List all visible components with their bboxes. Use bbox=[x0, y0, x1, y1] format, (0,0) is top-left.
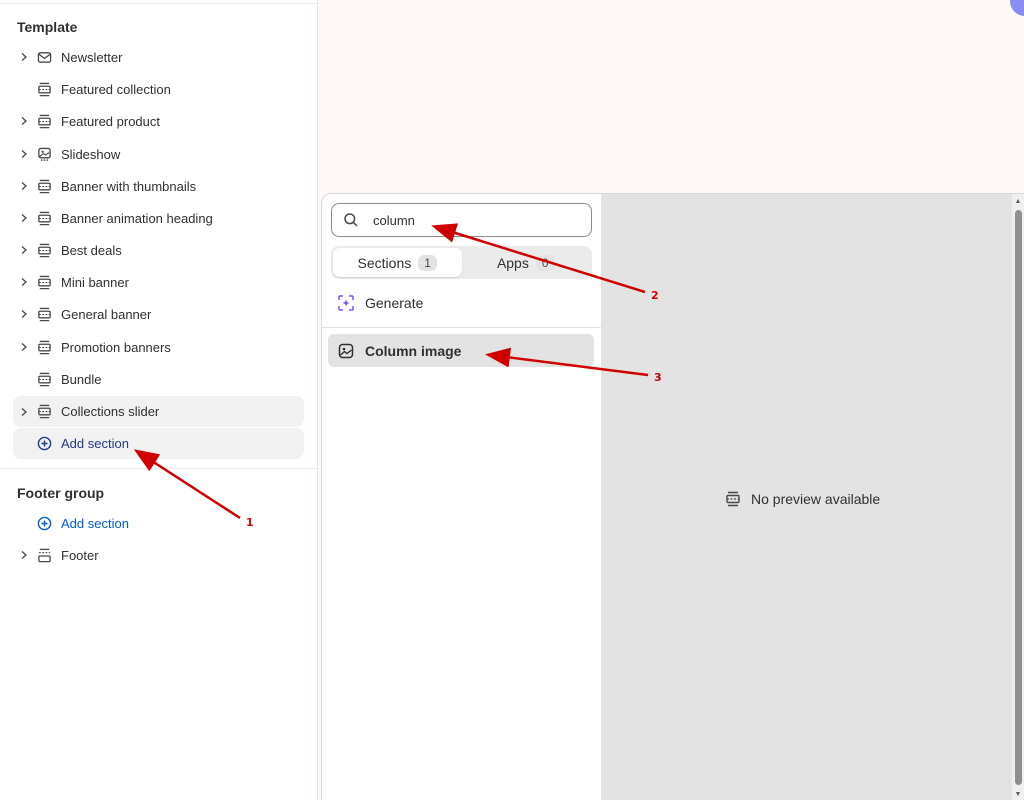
tab-sections[interactable]: Sections 1 bbox=[333, 248, 462, 277]
section-icon bbox=[36, 210, 52, 226]
sidebar-item-label: Slideshow bbox=[61, 146, 121, 162]
section-icon bbox=[36, 242, 52, 258]
sidebar-item-mini-banner[interactable]: Mini banner bbox=[13, 267, 304, 297]
result-label: Column image bbox=[365, 342, 462, 359]
sidebar-item-featured-product[interactable]: Featured product bbox=[13, 106, 304, 136]
sidebar-item-label: Featured product bbox=[61, 113, 161, 129]
section-icon bbox=[36, 306, 52, 322]
section-icon bbox=[36, 178, 52, 194]
section-icon bbox=[725, 491, 751, 507]
section-icon bbox=[36, 371, 52, 387]
generate-button[interactable]: Generate bbox=[337, 294, 423, 312]
sidebar-item-footer[interactable]: Footer bbox=[13, 540, 304, 570]
search-value: column bbox=[373, 212, 415, 228]
avatar[interactable] bbox=[1010, 0, 1024, 16]
annotation-number-1: 1 bbox=[246, 516, 254, 529]
footer-icon bbox=[36, 547, 52, 563]
scroll-up-arrow-icon[interactable]: ▲ bbox=[1014, 198, 1022, 206]
chevron-right-icon[interactable] bbox=[13, 342, 35, 352]
tab-count-badge: 0 bbox=[535, 254, 555, 271]
section-icon bbox=[36, 113, 52, 129]
sparkle-icon bbox=[337, 294, 365, 312]
footer-add-section-button[interactable]: Add section bbox=[13, 508, 304, 538]
chevron-right-icon[interactable] bbox=[13, 550, 35, 560]
sidebar-item-banner-animation-heading[interactable]: Banner animation heading bbox=[13, 203, 304, 233]
sidebar-item-featured-collection[interactable]: Featured collection bbox=[13, 74, 304, 104]
sidebar-item-general-banner[interactable]: General banner bbox=[13, 299, 304, 329]
chevron-right-icon[interactable] bbox=[13, 277, 35, 287]
sidebar-item-label: Banner with thumbnails bbox=[61, 178, 197, 194]
sidebar-item-slideshow[interactable]: Slideshow bbox=[13, 139, 304, 169]
envelope-icon bbox=[36, 49, 52, 65]
sidebar-item-label: Featured collection bbox=[61, 81, 171, 97]
picker-divider bbox=[322, 327, 601, 328]
section-icon bbox=[36, 81, 52, 97]
generate-label: Generate bbox=[365, 295, 424, 311]
chevron-right-icon[interactable] bbox=[13, 52, 35, 62]
picker-tabs: Sections 1 Apps 0 bbox=[331, 246, 592, 279]
no-preview-text: No preview available bbox=[751, 491, 881, 507]
plus-circle-icon bbox=[36, 515, 52, 531]
sidebar-item-promotion-banners[interactable]: Promotion banners bbox=[13, 332, 304, 362]
search-result-column-image[interactable]: Column image bbox=[328, 334, 594, 367]
plus-circle-icon bbox=[36, 436, 52, 452]
sidebar-item-label: Best deals bbox=[61, 242, 122, 258]
footer-group-title: Footer group bbox=[17, 485, 105, 501]
section-icon bbox=[36, 274, 52, 290]
search-icon bbox=[343, 212, 359, 228]
scrollbar[interactable]: ▲ ▼ bbox=[1012, 194, 1024, 800]
sidebar-divider bbox=[0, 468, 318, 469]
sidebar-item-banner-with-thumbnails[interactable]: Banner with thumbnails bbox=[13, 171, 304, 201]
sidebar-item-bundle[interactable]: Bundle bbox=[13, 364, 304, 394]
sidebar-item-label: Banner animation heading bbox=[61, 210, 213, 226]
sidebar-item-label: Bundle bbox=[61, 371, 102, 387]
chevron-right-icon[interactable] bbox=[13, 407, 35, 417]
tab-label: Apps bbox=[496, 254, 529, 271]
sidebar-item-label: Promotion banners bbox=[61, 339, 171, 355]
sidebar-item-label: Mini banner bbox=[61, 274, 129, 290]
sidebar-item-label: General banner bbox=[61, 306, 152, 322]
chevron-right-icon[interactable] bbox=[13, 149, 35, 159]
chevron-right-icon[interactable] bbox=[13, 213, 35, 223]
template-group-title: Template bbox=[17, 19, 78, 35]
search-input[interactable]: column bbox=[331, 203, 592, 237]
section-icon bbox=[36, 404, 52, 420]
chevron-right-icon[interactable] bbox=[13, 116, 35, 126]
tab-apps[interactable]: Apps 0 bbox=[462, 248, 591, 277]
chevron-right-icon[interactable] bbox=[13, 309, 35, 319]
sidebar-item-best-deals[interactable]: Best deals bbox=[13, 235, 304, 265]
add-section-label: Add section bbox=[61, 436, 129, 451]
tab-count-badge: 1 bbox=[418, 254, 437, 271]
scroll-thumb[interactable] bbox=[1015, 210, 1022, 785]
section-picker-panel: column Sections 1 Apps 0 Generate Column… bbox=[321, 193, 601, 800]
scroll-down-arrow-icon[interactable]: ▼ bbox=[1014, 791, 1022, 799]
annotation-number-3: 3 bbox=[654, 371, 662, 384]
image-icon bbox=[338, 343, 365, 359]
section-icon bbox=[36, 339, 52, 355]
sidebar: Template Newsletter Featured collection … bbox=[0, 0, 318, 800]
add-section-button[interactable]: Add section bbox=[13, 428, 304, 459]
chevron-right-icon[interactable] bbox=[13, 181, 35, 191]
sidebar-item-label: Footer bbox=[61, 547, 99, 563]
preview-pane: No preview available ▲ ▼ bbox=[601, 193, 1024, 800]
tab-label: Sections bbox=[357, 254, 412, 271]
annotation-number-2: 2 bbox=[651, 289, 659, 302]
sidebar-top-divider bbox=[0, 3, 318, 4]
slideshow-icon bbox=[36, 146, 52, 162]
sidebar-item-label: Newsletter bbox=[61, 49, 123, 65]
chevron-right-icon[interactable] bbox=[13, 245, 35, 255]
add-section-label: Add section bbox=[61, 515, 129, 531]
sidebar-item-collections-slider[interactable]: Collections slider bbox=[13, 396, 304, 427]
sidebar-item-label: Collections slider bbox=[61, 404, 160, 419]
sidebar-item-newsletter[interactable]: Newsletter bbox=[13, 42, 304, 72]
no-preview-message: No preview available bbox=[725, 491, 880, 507]
